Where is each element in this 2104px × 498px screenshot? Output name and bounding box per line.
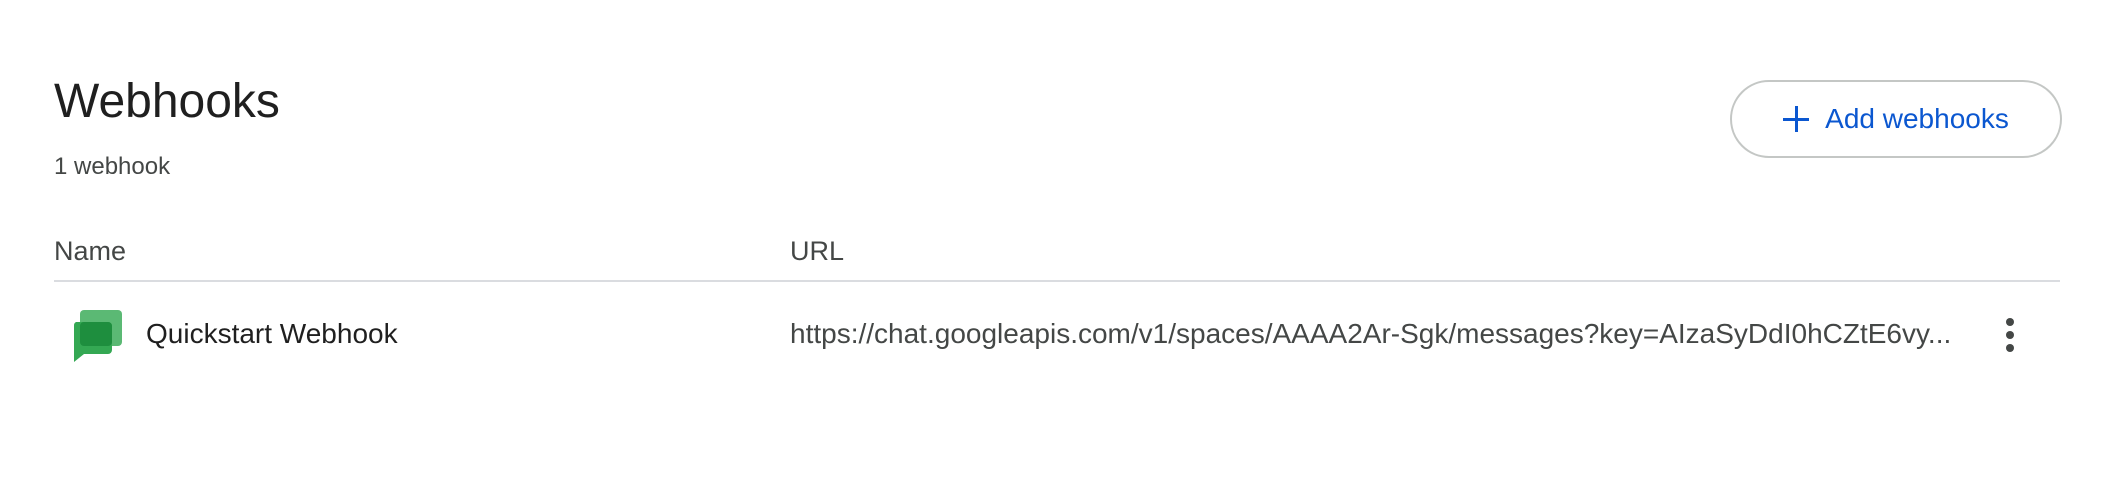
more-dot xyxy=(2006,344,2014,352)
table-header: Name URL xyxy=(54,226,2060,282)
webhooks-table: Name URL Quickstart Webhook https://chat… xyxy=(54,226,2060,388)
page-title: Webhooks xyxy=(54,75,280,128)
add-webhooks-button[interactable]: Add webhooks xyxy=(1730,80,2062,158)
webhook-name: Quickstart Webhook xyxy=(146,318,398,349)
webhook-url: https://chat.googleapis.com/v1/spaces/AA… xyxy=(790,318,1952,349)
plus-icon xyxy=(1783,106,1810,132)
more-dot xyxy=(2006,331,2014,339)
add-webhooks-label: Add webhooks xyxy=(1825,103,2009,134)
google-chat-icon xyxy=(70,308,124,362)
table-row[interactable]: Quickstart Webhook https://chat.googleap… xyxy=(54,282,2060,388)
webhooks-page: Webhooks 1 webhook Add webhooks Name URL… xyxy=(0,0,2104,498)
more-dot xyxy=(2006,318,2014,326)
column-header-url: URL xyxy=(790,236,845,266)
more-options-icon[interactable] xyxy=(1986,308,2034,362)
column-header-name: Name xyxy=(54,236,127,266)
webhook-count: 1 webhook xyxy=(54,153,171,180)
